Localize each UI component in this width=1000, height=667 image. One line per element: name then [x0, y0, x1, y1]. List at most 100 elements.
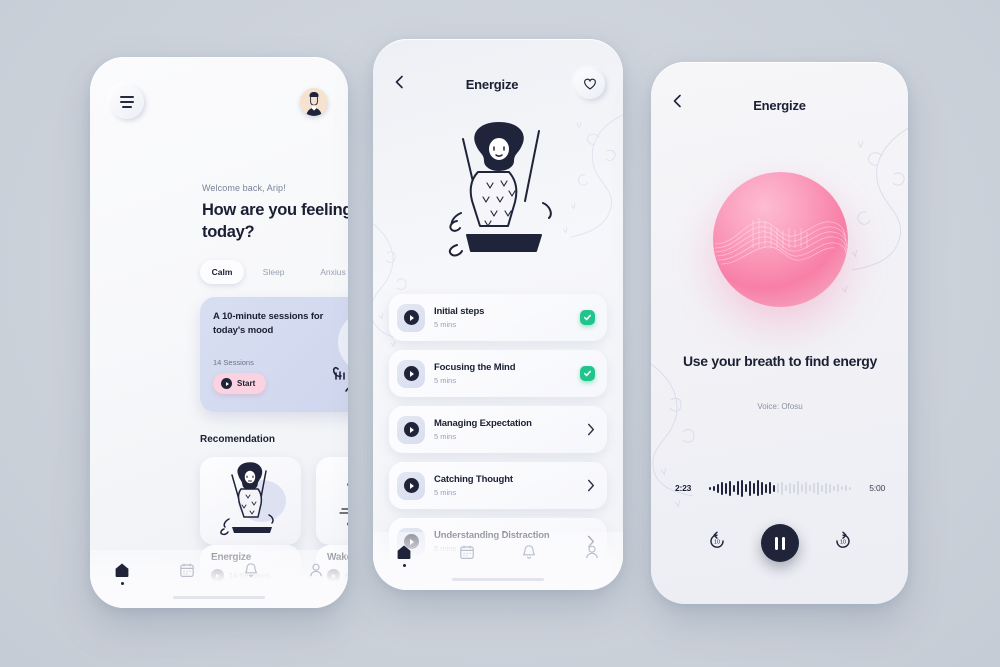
nav-item-calendar[interactable]: [449, 544, 485, 560]
home-icon: [115, 563, 129, 577]
favorite-button[interactable]: [575, 69, 605, 99]
waveform-bar: [753, 482, 756, 494]
rewind-10-button[interactable]: 10: [707, 531, 727, 556]
svg-text:10: 10: [840, 539, 846, 545]
chevron-left-icon: [673, 94, 681, 108]
hero-card-sessions: 14 Sessions: [213, 358, 254, 367]
svg-text:10: 10: [714, 539, 720, 545]
calendar-icon: [179, 563, 194, 577]
nav-item-home[interactable]: [104, 562, 140, 585]
waveform-bar: [717, 483, 720, 493]
nav-item-notifications[interactable]: [511, 544, 547, 560]
hero-session-card[interactable]: A 10-minute sessions for today's mood 14…: [200, 297, 348, 412]
waveform-bar: [801, 484, 804, 492]
waveform-bar: [757, 480, 760, 496]
nav-item-profile[interactable]: [298, 562, 334, 578]
orb-waveform: [714, 218, 848, 265]
play-icon: [221, 378, 232, 389]
session-text: Initial steps 5 mins: [434, 306, 571, 329]
nav-item-profile[interactable]: [574, 544, 610, 560]
play-pause-button[interactable]: [761, 524, 799, 562]
profile-icon: [309, 563, 322, 577]
meditating-person-illustration: [332, 366, 348, 392]
nav-item-calendar[interactable]: [169, 562, 205, 578]
tab-anxius[interactable]: Anxius: [303, 260, 348, 284]
waveform-bar: [785, 485, 788, 491]
waveform-bar: [793, 483, 796, 493]
session-duration: 5 mins: [434, 320, 457, 329]
player-progress: 2:23 5:00: [675, 477, 885, 499]
calendar-icon: [459, 545, 474, 559]
tab-calm[interactable]: Calm: [200, 260, 244, 284]
recommendation-card-wake-up[interactable]: [316, 457, 348, 545]
waveform-bar: [805, 482, 808, 494]
hamburger-icon[interactable]: [110, 85, 144, 119]
waveform-bar: [837, 484, 840, 492]
home-indicator-bar: [173, 595, 265, 599]
session-item[interactable]: Catching Thought 5 mins: [389, 462, 607, 509]
waveform-bar: [849, 486, 852, 490]
recommendation-card-energize[interactable]: [200, 457, 301, 545]
session-text: Catching Thought 5 mins: [434, 474, 578, 497]
current-time: 2:23: [675, 483, 692, 493]
waveform-bar: [733, 484, 736, 492]
active-indicator: [120, 582, 124, 585]
session-list-header: Energize: [391, 69, 605, 99]
play-session-icon[interactable]: [397, 359, 425, 388]
phone-screen-player: Energize Use your breath to find energy …: [651, 62, 908, 604]
mockup-stage: Welcome back, Arip! How are you feeling …: [0, 0, 1000, 667]
chevron-right-icon: [587, 479, 595, 492]
bottom-navigation: [90, 550, 348, 608]
waveform-bar: [713, 485, 716, 491]
page-title: Energize: [465, 76, 519, 92]
home-icon: [397, 545, 411, 559]
waveform-bar: [745, 484, 748, 492]
rewind-10-icon: 10: [710, 531, 724, 548]
waveform-bar: [833, 485, 836, 491]
session-name: Initial steps: [434, 306, 485, 317]
session-item[interactable]: Initial steps 5 mins: [389, 294, 607, 341]
person-on-swing-illustration: [448, 122, 552, 257]
tab-sleep[interactable]: Sleep: [244, 260, 303, 284]
waveform-scrubber[interactable]: [709, 477, 852, 499]
back-button[interactable]: [669, 92, 687, 115]
forward-10-button[interactable]: 10: [833, 531, 853, 556]
avatar[interactable]: [300, 88, 328, 116]
session-item[interactable]: Managing Expectation 5 mins: [389, 406, 607, 453]
person-roller-skating-illustration: [339, 482, 348, 526]
waveform-bar: [781, 481, 784, 495]
play-session-icon[interactable]: [397, 415, 425, 444]
breathing-orb: [713, 172, 848, 307]
waveform-bar: [809, 485, 812, 491]
player-voice: Voice: Ofosu: [757, 402, 803, 411]
bell-icon: [245, 563, 258, 577]
play-session-icon[interactable]: [397, 471, 425, 500]
completed-check-icon: [580, 366, 595, 381]
nav-item-home[interactable]: [386, 544, 422, 567]
waveform-bar: [841, 486, 844, 490]
session-name: Focusing the Mind: [434, 362, 516, 373]
waveform-bar: [813, 483, 816, 493]
back-button[interactable]: [391, 73, 409, 96]
phone-screen-home: Welcome back, Arip! How are you feeling …: [90, 57, 348, 608]
session-text: Managing Expectation 5 mins: [434, 418, 578, 441]
session-text: Focusing the Mind 5 mins: [434, 362, 571, 385]
profile-icon: [585, 545, 598, 559]
session-name: Catching Thought: [434, 474, 513, 485]
waveform-bar: [741, 479, 744, 497]
start-button[interactable]: Start: [213, 373, 267, 394]
waveform-bar: [773, 484, 776, 492]
start-button-label: Start: [237, 379, 256, 388]
person-on-swing-illustration: [220, 462, 286, 536]
phone-screen-session-list: Energize Initial steps 5 mins Focusing t…: [373, 39, 623, 590]
waveform-bar: [821, 484, 824, 492]
session-duration: 5 mins: [434, 432, 457, 441]
play-session-icon[interactable]: [397, 303, 425, 332]
decorative-vine: [651, 363, 695, 508]
recommendation-heading: Recomendation: [200, 434, 276, 445]
nav-item-notifications[interactable]: [233, 562, 269, 578]
waveform-bar: [709, 486, 712, 490]
session-item[interactable]: Focusing the Mind 5 mins: [389, 350, 607, 397]
waveform-bar: [765, 483, 768, 493]
bottom-navigation: [373, 532, 623, 590]
